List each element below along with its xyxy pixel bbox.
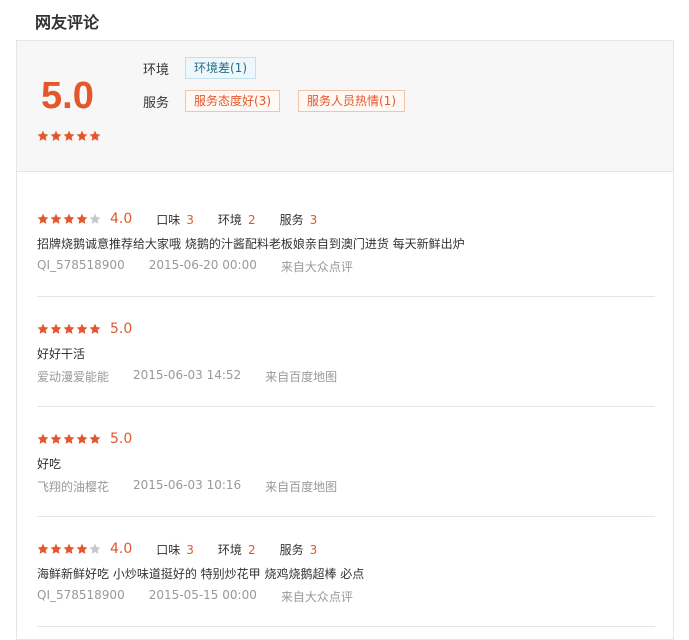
section-title: 网友评论 [35, 13, 100, 32]
review-divider [37, 516, 655, 517]
tag-environment-bad[interactable]: 环境差(1) [185, 57, 256, 79]
star-filled-icon [76, 433, 88, 445]
review-date: 2015-06-03 14:52 [133, 368, 242, 382]
star-filled-icon [37, 323, 49, 335]
review-source: 来自百度地图 [265, 480, 338, 494]
tag-row-environment: 环境 环境差(1) [143, 57, 274, 79]
review-divider [37, 296, 655, 297]
sub-rating-value: 2 [247, 542, 256, 557]
sub-rating-label: 环境 [217, 542, 242, 557]
review-content: 好好干活 [37, 347, 86, 361]
review-item: 4.0 口味 3 环境 2 服务 3 海鲜新鲜好吃 小炒味道挺好的 特别炒花甲 烧鸡烧… [37, 539, 655, 605]
rating-summary: 5.0 环境 环境差(1) 服务 服务态度好(3) 服务人员热情(1) [17, 41, 673, 172]
sub-rating-value: 3 [309, 542, 318, 557]
review-content: 海鲜新鲜好吃 小炒味道挺好的 特别炒花甲 烧鸡烧鹅超棒 必点 [37, 567, 365, 581]
star-filled-icon [63, 433, 75, 445]
tag-service-attitude-good[interactable]: 服务态度好(3) [185, 90, 280, 112]
sub-rating-value: 3 [186, 542, 194, 557]
review-rating: 5.0 [110, 431, 133, 447]
review-rating: 4.0 [110, 541, 133, 557]
review-user: 飞翔的油樱花 [37, 480, 110, 494]
review-rating: 4.0 [110, 211, 133, 227]
review-content: 好吃 [37, 457, 62, 471]
tag-service-staff-warm[interactable]: 服务人员热情(1) [298, 90, 405, 112]
review-date: 2015-05-15 00:00 [148, 588, 257, 602]
sub-rating-taste: 口味 3 [156, 211, 194, 228]
review-star-rating [37, 323, 101, 335]
sub-rating-environment: 环境 2 [218, 541, 256, 558]
sub-rating-label: 口味 [156, 542, 181, 557]
star-filled-icon [37, 433, 49, 445]
review-source: 来自大众点评 [280, 590, 353, 604]
review-star-rating [37, 543, 101, 555]
sub-rating-label: 口味 [156, 212, 181, 227]
star-filled-icon [50, 433, 62, 445]
star-filled-icon [76, 543, 88, 555]
review-user: QI_578518900 [37, 258, 125, 272]
sub-rating-label: 服务 [279, 542, 304, 557]
review-source: 来自百度地图 [265, 370, 338, 384]
tag-row-service: 服务 服务态度好(3) 服务人员热情(1) [143, 90, 423, 112]
review-user: QI_578518900 [37, 588, 125, 602]
star-filled-icon [76, 130, 88, 142]
star-filled-icon [63, 323, 75, 335]
star-filled-icon [50, 130, 62, 142]
tag-row-label: 环境 [143, 62, 170, 78]
sub-rating-service: 服务 3 [280, 541, 318, 558]
review-item: 5.0 好吃 飞翔的油樱花 2015-06-03 10:16 来自百度地图 [37, 429, 655, 495]
star-filled-icon [63, 543, 75, 555]
review-date: 2015-06-20 00:00 [148, 258, 257, 272]
review-item: 4.0 口味 3 环境 2 服务 3 招牌烧鹅诚意推荐给大家哦 烧鹅的汁酱配料老板娘亲… [37, 209, 655, 275]
sub-rating-value: 2 [247, 212, 256, 227]
sub-rating-service: 服务 3 [280, 211, 318, 228]
star-filled-icon [37, 130, 49, 142]
star-filled-icon [50, 543, 62, 555]
star-filled-icon [50, 213, 62, 225]
star-filled-icon [37, 213, 49, 225]
review-divider [37, 406, 655, 407]
overall-star-rating [37, 130, 101, 142]
star-filled-icon [76, 323, 88, 335]
star-empty-icon [89, 543, 101, 555]
sub-rating-label: 环境 [217, 212, 242, 227]
star-filled-icon [50, 323, 62, 335]
star-empty-icon [89, 213, 101, 225]
star-filled-icon [37, 543, 49, 555]
review-divider [37, 626, 655, 627]
star-filled-icon [89, 323, 101, 335]
overall-score: 5.0 [41, 75, 94, 117]
review-date: 2015-06-03 10:16 [133, 478, 242, 492]
tag-row-label: 服务 [143, 95, 170, 111]
star-filled-icon [89, 130, 101, 142]
review-star-rating [37, 213, 101, 225]
star-filled-icon [63, 213, 75, 225]
review-item: 5.0 好好干活 爱动漫爱能能 2015-06-03 14:52 来自百度地图 [37, 319, 655, 385]
review-star-rating [37, 433, 101, 445]
review-user: 爱动漫爱能能 [37, 370, 110, 384]
review-rating: 5.0 [110, 321, 133, 337]
review-panel: 5.0 环境 环境差(1) 服务 服务态度好(3) 服务人员热情(1) 4.0 … [16, 40, 674, 640]
star-filled-icon [63, 130, 75, 142]
sub-rating-value: 3 [186, 212, 194, 227]
sub-rating-label: 服务 [279, 212, 304, 227]
sub-rating-environment: 环境 2 [218, 211, 256, 228]
review-source: 来自大众点评 [280, 260, 353, 274]
sub-rating-value: 3 [309, 212, 318, 227]
review-content: 招牌烧鹅诚意推荐给大家哦 烧鹅的汁酱配料老板娘亲自到澳门进货 每天新鲜出炉 [37, 237, 465, 251]
sub-rating-taste: 口味 3 [156, 541, 194, 558]
star-filled-icon [89, 433, 101, 445]
star-filled-icon [76, 213, 88, 225]
